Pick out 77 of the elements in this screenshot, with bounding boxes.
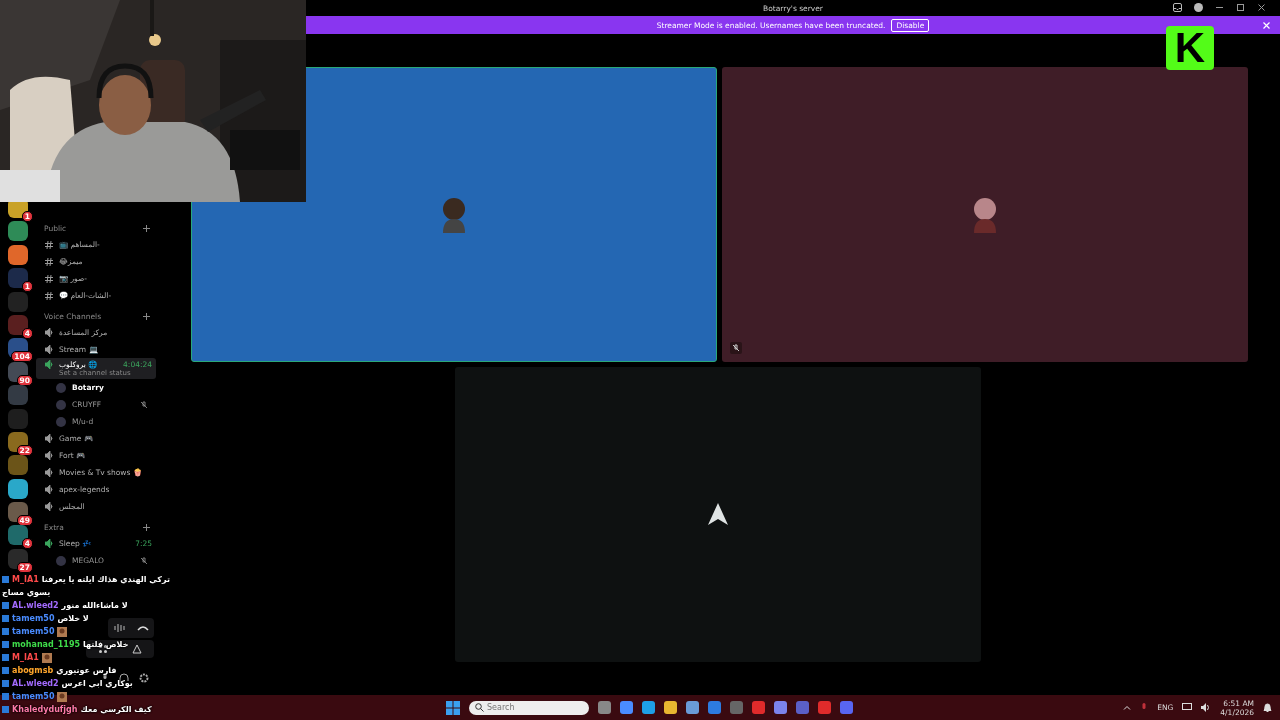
emote-icon [57,691,68,702]
chat-message: بوكاري ابي اعرس [61,679,133,688]
avatar [56,382,66,393]
add-channel-icon[interactable] [143,523,150,531]
search-icon [475,703,484,712]
speaker-icon [45,345,54,354]
speaker-icon [45,451,54,460]
app-icon[interactable] [752,701,765,714]
chat-username: AL.wleed2 [12,679,59,688]
hash-icon [45,240,53,249]
inbox-icon[interactable] [1173,3,1182,12]
settings-icon[interactable] [139,673,149,683]
chat-message: كيف الكرسي معك [80,705,152,714]
server-icon[interactable] [8,478,28,499]
hash-icon [45,291,53,300]
chat-username: AL.wleed2 [12,601,59,610]
video-tile[interactable] [191,67,717,362]
hash-icon [45,274,53,283]
emote-icon [41,652,52,663]
server-icon[interactable] [8,502,28,523]
avatar [56,416,66,427]
chat-username: Khaledydufjgh [12,705,78,714]
app-icon[interactable] [642,701,655,714]
speaker-icon [45,360,54,369]
app-icon[interactable] [840,701,853,714]
add-channel-icon[interactable] [143,224,150,232]
video-tile[interactable] [455,367,981,662]
server-icon[interactable] [8,268,28,289]
search-field[interactable]: Search [469,700,589,715]
start-icon[interactable] [446,700,460,715]
speaker-icon [45,485,54,494]
emote-icon [57,626,68,637]
app-icon[interactable] [598,701,611,714]
server-icon[interactable] [8,314,28,335]
badge-icon [2,576,9,583]
app-icon[interactable] [686,701,699,714]
server-icon[interactable] [8,548,28,569]
chat-username: tamem50 [12,627,55,636]
speaker-icon [45,434,54,443]
server-icon[interactable] [8,525,28,546]
chat-username: tamem50 [12,692,55,701]
app-icon[interactable] [664,701,677,714]
chat-message: لا خلاص [57,614,89,623]
server-icon[interactable] [8,244,28,265]
close-icon[interactable] [1257,3,1266,12]
chat-username: mohanad_1195 [12,640,80,649]
volume-icon[interactable] [1201,703,1212,712]
chat-message: تركي الهندي هذاك ايلته يا يعرفنا [41,575,170,584]
video-tile[interactable] [722,67,1248,362]
chat-message: لا ماشاءالله منور [61,601,128,610]
maximize-icon[interactable] [1236,3,1245,12]
soundboard-icon[interactable] [132,644,142,654]
hash-icon [45,257,53,266]
chat-username: M_IA1 [12,575,39,584]
chat-message: يسوي مساج [2,588,51,597]
chat-username: M_IA1 [12,653,39,662]
signal-icon [113,623,126,633]
chat-username: abogmsb [12,666,54,675]
chat-message: خلاص فلتها [83,640,129,649]
avatar [56,399,66,410]
network-icon[interactable] [1182,703,1193,712]
speaker-icon [45,539,54,548]
speaker-icon [45,468,54,477]
app-icon[interactable] [774,701,787,714]
speaker-icon [45,502,54,511]
hang-up-icon[interactable] [136,624,149,632]
notification-bell-icon[interactable] [1263,702,1272,713]
chat-username: tamem50 [12,614,55,623]
avatar [56,555,66,566]
add-channel-icon[interactable] [143,312,150,320]
app-icon[interactable] [620,701,633,714]
speaker-icon [45,328,54,337]
chevron-up-icon[interactable] [1123,703,1132,712]
chat-message: فارس عوتيوري [56,666,117,675]
logo: K [1166,26,1214,70]
app-icon[interactable] [708,701,721,714]
server-icon[interactable] [8,431,28,452]
